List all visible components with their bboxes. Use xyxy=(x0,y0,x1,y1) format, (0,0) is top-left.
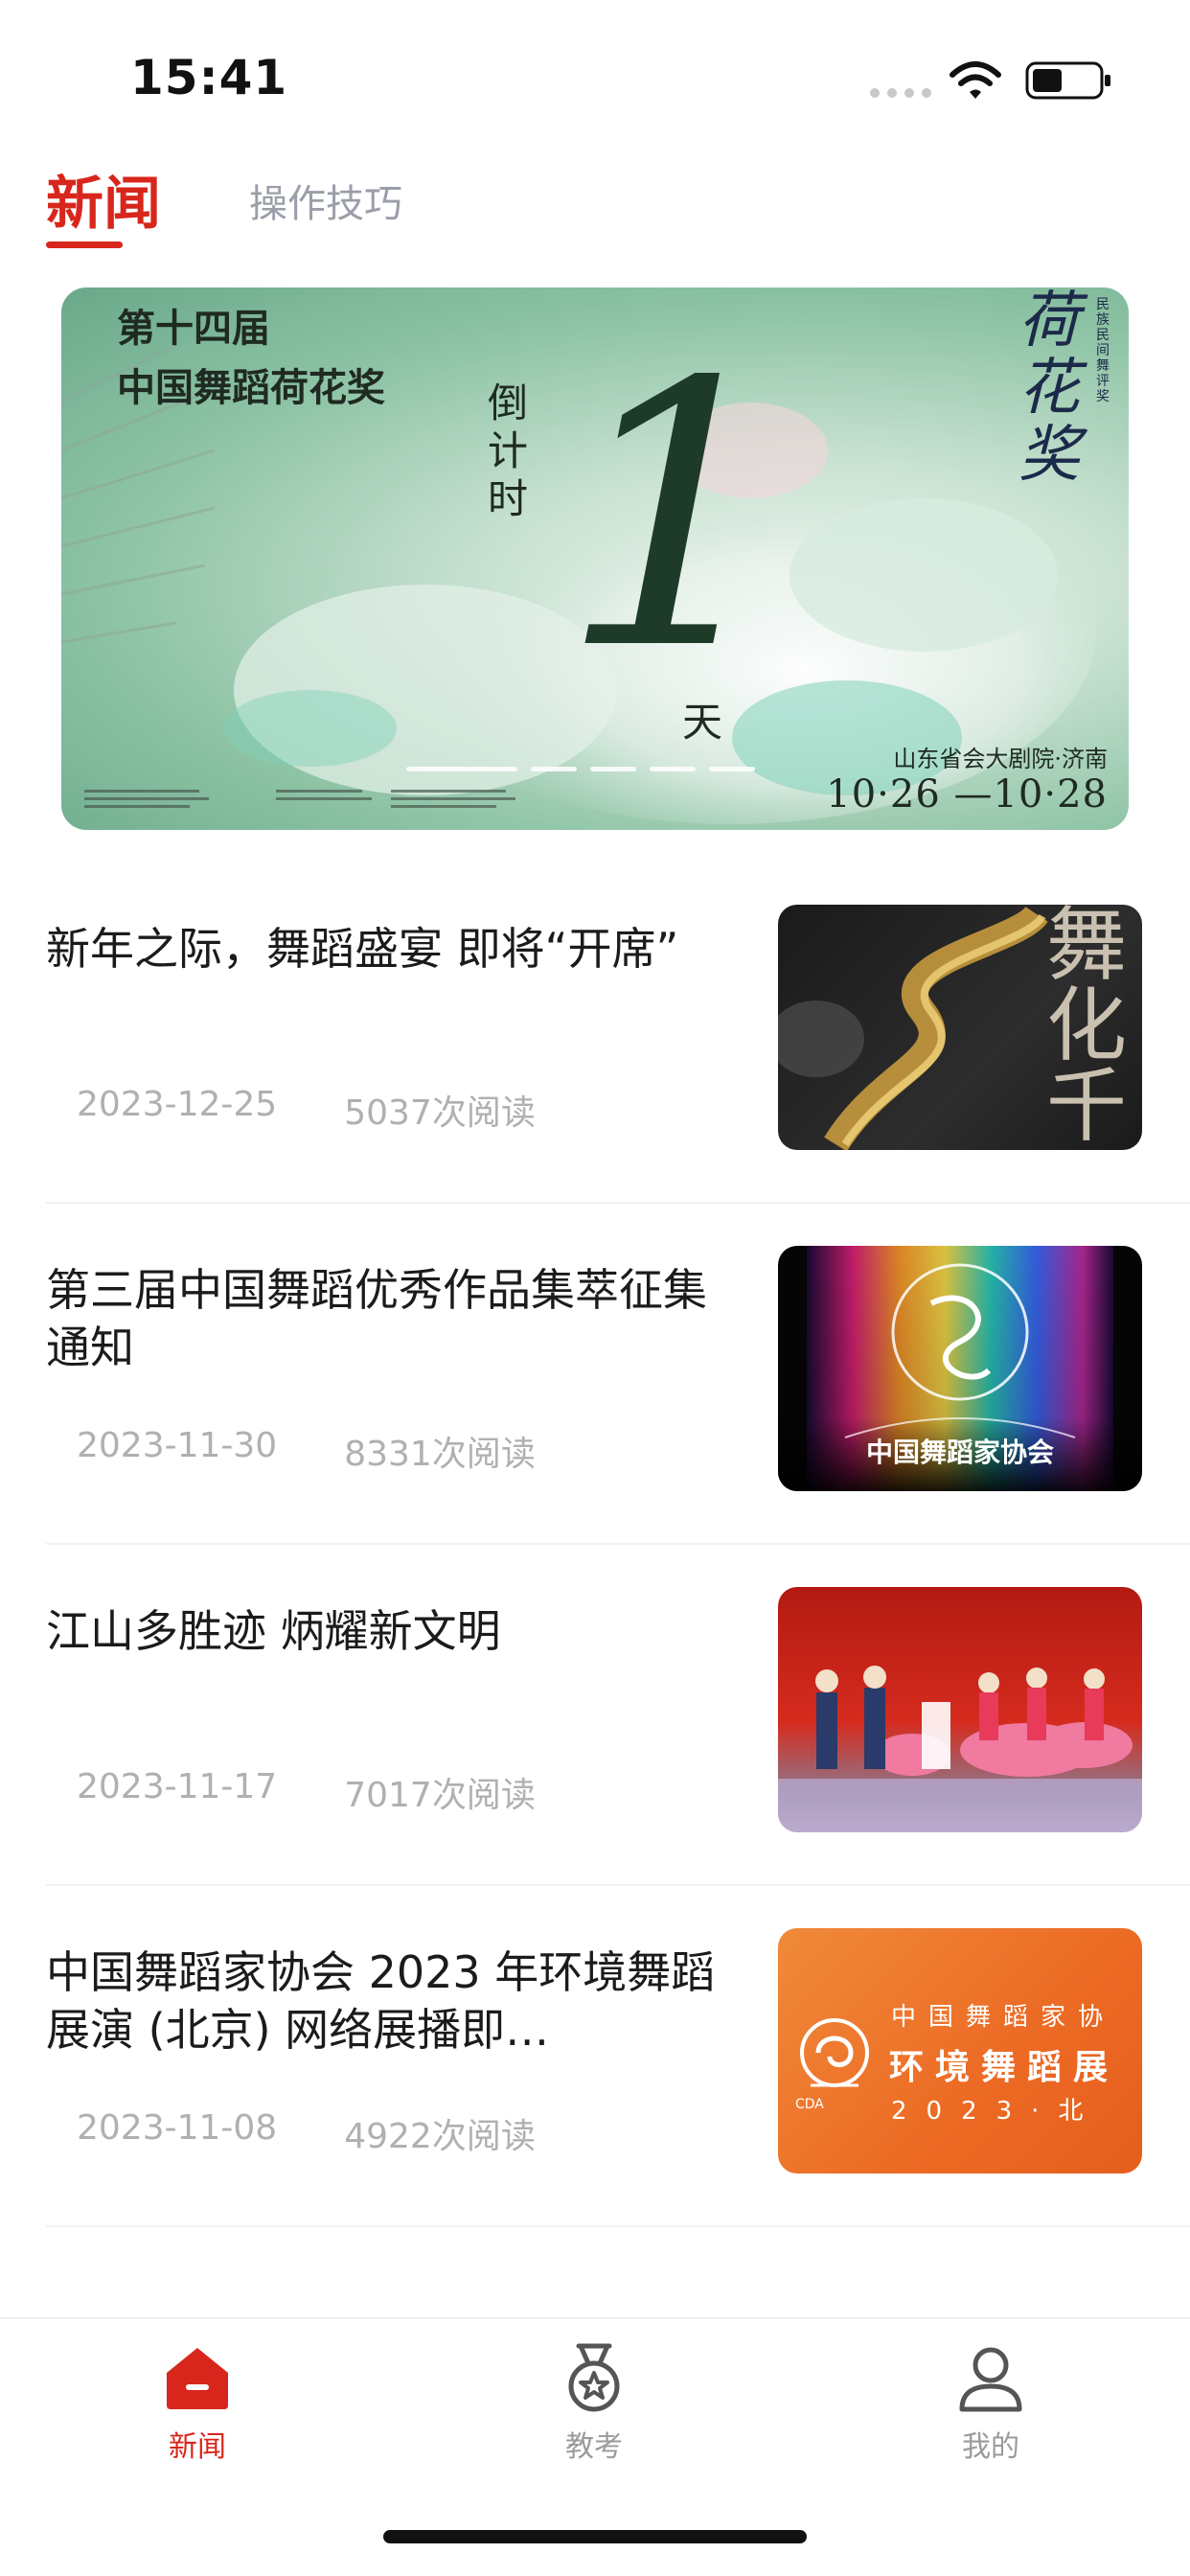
banner-carousel[interactable]: 第十四届 中国舞蹈荷花奖 倒计时 1 天 荷花奖 民族民间舞评奖 山东省会大剧院… xyxy=(61,288,1129,830)
tab-news[interactable]: 新闻 xyxy=(46,157,161,241)
carousel-dot xyxy=(590,767,636,771)
wifi-icon xyxy=(950,61,1001,99)
news-date: 2023-11-17 xyxy=(77,1767,278,1806)
news-thumbnail: 中国舞蹈家协会 xyxy=(778,1246,1142,1491)
news-thumbnail: CDA 中国舞蹈家协 环境舞蹈展 2023·北 xyxy=(778,1928,1142,2174)
medal-icon xyxy=(568,2343,620,2412)
news-thumbnail xyxy=(778,1587,1142,1832)
thumbnail-text-line3: 2023·北 xyxy=(891,2097,1103,2126)
award-logo: 荷花奖 xyxy=(1018,288,1080,491)
cda-logo-icon xyxy=(800,2018,869,2087)
home-indicator[interactable] xyxy=(383,2530,807,2543)
news-title: 中国舞蹈家协会 2023 年环境舞蹈展演 (北京) 网络展播即… xyxy=(46,1946,716,2056)
carousel-dot-active xyxy=(406,767,517,771)
news-date: 2023-11-08 xyxy=(77,2108,278,2148)
thumbnail-text: 舞化千 xyxy=(1045,905,1127,1150)
nav-label-exam: 教考 xyxy=(565,2430,623,2464)
news-meta: 2023-12-25 5037次阅读 xyxy=(77,1085,536,1135)
news-date: 2023-11-30 xyxy=(77,1426,278,1465)
news-meta: 2023-11-08 4922次阅读 xyxy=(77,2108,536,2158)
thumbnail-text-line2: 环境舞蹈展 xyxy=(889,2048,1120,2087)
nav-label-news: 新闻 xyxy=(169,2430,226,2464)
banner-title-line2: 中国舞蹈荷花奖 xyxy=(117,365,385,410)
nav-item-exam[interactable]: 教考 xyxy=(498,2342,690,2486)
thumbnail-text: 中国舞蹈家协会 xyxy=(865,1437,1054,1468)
news-title: 江山多胜迹 炳耀新文明 xyxy=(46,1605,501,1657)
banner-venue: 山东省会大剧院·济南 xyxy=(893,746,1108,772)
nav-item-profile[interactable]: 我的 xyxy=(895,2342,1087,2486)
carousel-dot xyxy=(531,767,577,771)
tab-tips[interactable]: 操作技巧 xyxy=(249,172,402,228)
news-item[interactable]: 中国舞蹈家协会 2023 年环境舞蹈展演 (北京) 网络展播即… 2023-11… xyxy=(46,1886,1190,2227)
news-item[interactable]: 新年之际，舞蹈盛宴 即将“开席” 2023-12-25 5037次阅读 舞化千 xyxy=(46,862,1190,1204)
news-meta: 2023-11-30 8331次阅读 xyxy=(77,1426,536,1476)
news-item[interactable]: 第三届中国舞蹈优秀作品集萃征集通知 2023-11-30 8331次阅读 中国舞… xyxy=(46,1204,1190,1545)
active-tab-indicator xyxy=(46,242,123,248)
news-date: 2023-12-25 xyxy=(77,1085,278,1124)
battery-icon xyxy=(1025,61,1110,100)
person-icon xyxy=(959,2347,1022,2412)
countdown-unit: 天 xyxy=(682,699,723,746)
banner-fineprint xyxy=(84,790,515,808)
banner-dates: 10·26 —10·28 xyxy=(826,772,1108,816)
news-meta: 2023-11-17 7017次阅读 xyxy=(77,1767,536,1817)
cda-logo-text: CDA xyxy=(795,2097,824,2112)
carousel-dot xyxy=(709,767,755,771)
status-bar: 15:41 xyxy=(0,0,1190,153)
banner-title-line1: 第十四届 xyxy=(117,306,270,351)
news-reads: 5037次阅读 xyxy=(344,1093,536,1133)
award-logo-subtitle: 民族民间舞评奖 xyxy=(1096,297,1110,404)
countdown-value: 1 xyxy=(560,305,791,729)
news-item[interactable]: 江山多胜迹 炳耀新文明 2023-11-17 7017次阅读 xyxy=(46,1545,1190,1886)
countdown-label: 倒计时 xyxy=(487,380,528,522)
nav-item-news[interactable]: 新闻 xyxy=(102,2342,293,2486)
carousel-dot xyxy=(650,767,696,771)
dancers-photo xyxy=(778,1666,1142,1832)
news-reads: 8331次阅读 xyxy=(344,1435,536,1474)
news-reads: 4922次阅读 xyxy=(344,2117,536,2156)
news-title: 第三届中国舞蹈优秀作品集萃征集通知 xyxy=(46,1264,707,1373)
nav-label-profile: 我的 xyxy=(962,2430,1019,2464)
news-reads: 7017次阅读 xyxy=(344,1776,536,1815)
news-title: 新年之际，舞蹈盛宴 即将“开席” xyxy=(46,923,679,975)
banner-title: 第十四届 中国舞蹈荷花奖 xyxy=(117,297,385,412)
status-time: 15:41 xyxy=(130,50,288,105)
news-thumbnail: 舞化千 xyxy=(778,905,1142,1150)
carousel-indicator xyxy=(406,767,755,771)
top-tabs: 新闻 操作技巧 xyxy=(0,153,1190,259)
home-icon xyxy=(167,2348,228,2409)
signal-icon xyxy=(870,88,931,98)
thumbnail-text-line1: 中国舞蹈家协 xyxy=(891,2003,1116,2032)
